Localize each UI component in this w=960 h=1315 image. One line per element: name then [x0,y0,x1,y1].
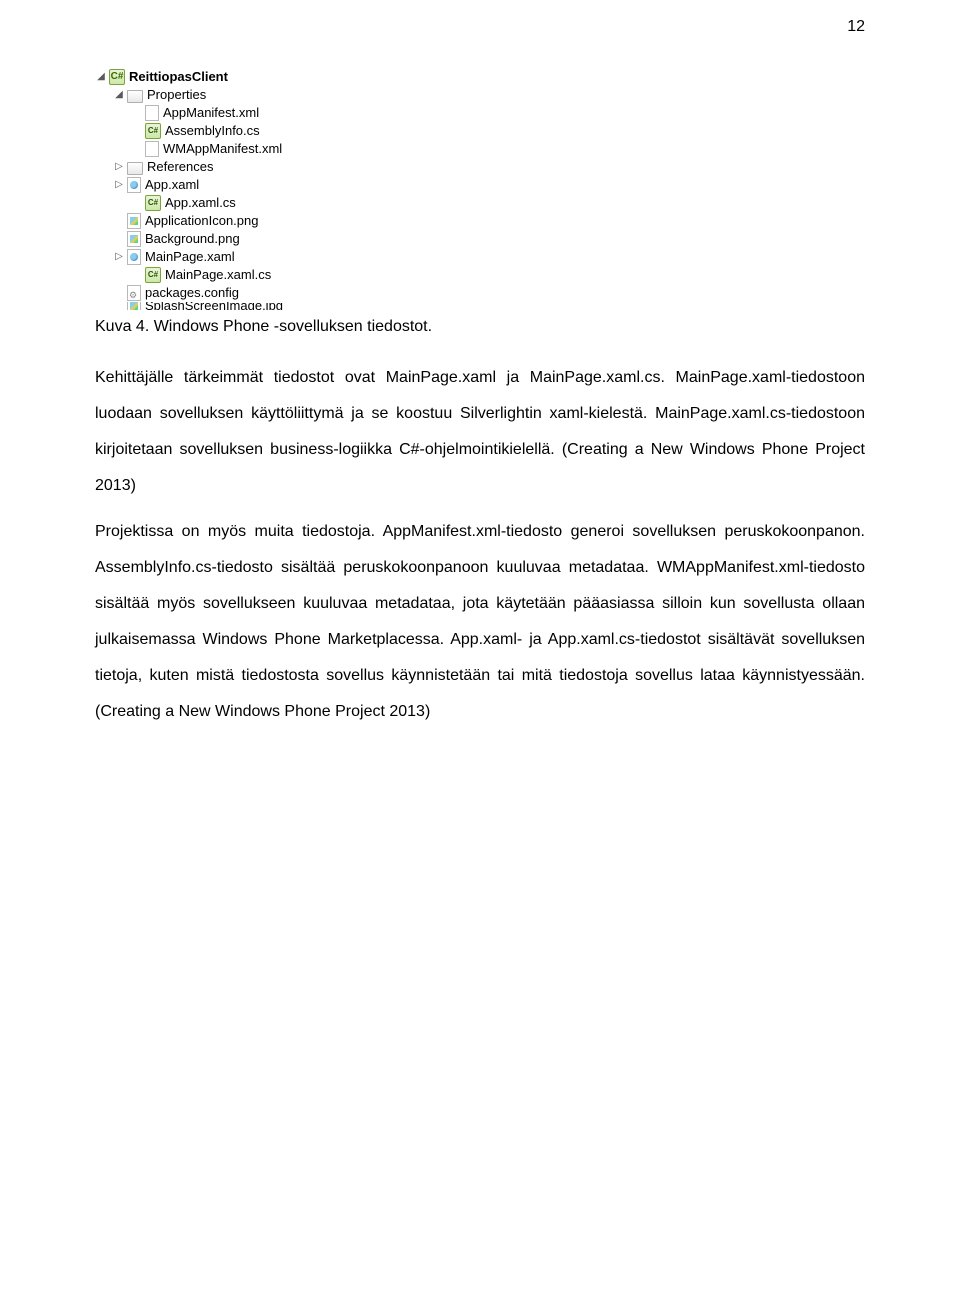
tree-row-file: WMAppManifest.xml [95,140,865,158]
xml-file-icon [145,141,159,157]
cs-file-icon: C# [145,123,161,139]
xml-file-icon [145,105,159,121]
solution-explorer-tree: ◢ C# ReittiopasClient ◢ Properties AppMa… [95,68,865,310]
tree-row-file: C# AssemblyInfo.cs [95,122,865,140]
tree-row-file: packages.config [95,284,865,302]
tree-row-file: AppManifest.xml [95,104,865,122]
page-number: 12 [847,18,865,36]
tree-label: AppManifest.xml [163,104,259,122]
expand-icon: ▷ [113,161,125,173]
tree-row-file: C# App.xaml.cs [95,194,865,212]
tree-row-folder: ▷ References [95,158,865,176]
tree-label: Background.png [145,230,240,248]
paragraph: Projektissa on myös muita tiedostoja. Ap… [95,514,865,730]
tree-row-file: C# MainPage.xaml.cs [95,266,865,284]
image-file-icon [127,213,141,229]
figure-caption: Kuva 4. Windows Phone -sovelluksen tiedo… [95,318,865,336]
cs-file-icon: C# [145,195,161,211]
expand-icon: ▷ [113,251,125,263]
paragraph: Kehittäjälle tärkeimmät tiedostot ovat M… [95,360,865,504]
tree-label: MainPage.xaml [145,248,235,266]
tree-label: References [147,158,213,176]
xaml-file-icon [127,177,141,193]
tree-label: ReittiopasClient [129,68,228,86]
image-file-icon [127,231,141,247]
config-file-icon [127,285,141,301]
tree-row-project: ◢ C# ReittiopasClient [95,68,865,86]
tree-label: ApplicationIcon.png [145,212,258,230]
tree-label: WMAppManifest.xml [163,140,282,158]
expand-icon: ▷ [113,179,125,191]
tree-label: Properties [147,86,206,104]
tree-label: App.xaml [145,176,199,194]
tree-label: App.xaml.cs [165,194,236,212]
tree-label: AssemblyInfo.cs [165,122,260,140]
page: 12 ◢ C# ReittiopasClient ◢ Properties Ap… [0,0,960,800]
tree-row-folder: ◢ Properties [95,86,865,104]
collapse-icon: ◢ [95,71,107,83]
collapse-icon: ◢ [113,89,125,101]
tree-label: packages.config [145,284,239,302]
image-file-icon [127,302,141,310]
tree-row-file: ▷ App.xaml [95,176,865,194]
tree-row-file: Background.png [95,230,865,248]
tree-row-file-cutoff: SplashScreenImage.jpg [95,302,865,310]
body-text: Kehittäjälle tärkeimmät tiedostot ovat M… [95,360,865,730]
tree-label: SplashScreenImage.jpg [145,302,283,310]
cs-file-icon: C# [145,267,161,283]
tree-row-file: ▷ MainPage.xaml [95,248,865,266]
tree-label: MainPage.xaml.cs [165,266,271,284]
references-icon [127,162,143,175]
folder-icon [127,90,143,103]
xaml-file-icon [127,249,141,265]
tree-row-file: ApplicationIcon.png [95,212,865,230]
project-icon: C# [109,69,125,85]
